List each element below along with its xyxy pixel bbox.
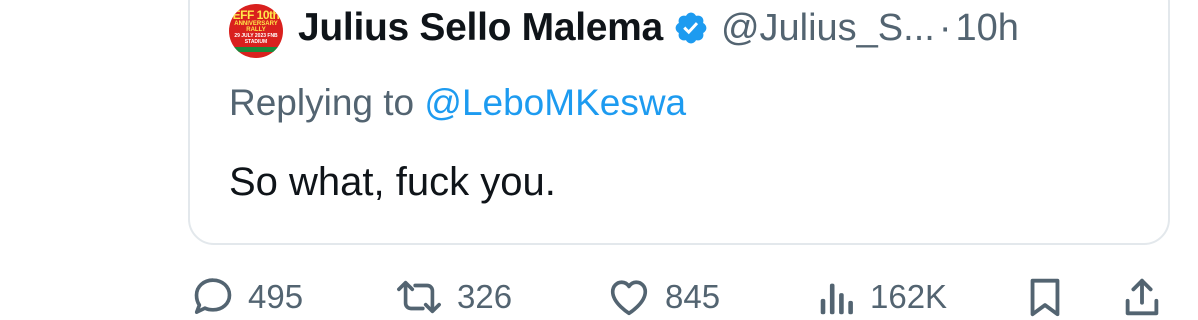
retweet-button[interactable]: 326 — [393, 274, 512, 320]
tweet-header: Julius Sello Malema @Julius_S... · 10h — [298, 5, 1019, 51]
views-icon — [820, 283, 853, 315]
heart-icon — [610, 280, 648, 316]
views-button[interactable]: 162K — [816, 274, 947, 320]
avatar-line-2: ANNIVERSARY RALLY — [234, 21, 278, 33]
retweet-count: 326 — [457, 278, 513, 315]
tweet-text: So what, fuck you. — [229, 160, 556, 204]
share-button[interactable] — [1120, 274, 1164, 320]
display-name[interactable]: Julius Sello Malema — [298, 6, 663, 50]
retweet-icon — [397, 280, 441, 314]
like-count: 845 — [665, 278, 721, 315]
replying-to-handle[interactable]: @LeboMKeswa — [424, 82, 686, 123]
timestamp[interactable]: 10h — [955, 7, 1018, 50]
avatar-line-1: EFF 10th — [232, 8, 280, 22]
bookmark-icon — [1030, 278, 1060, 317]
replying-to-label: Replying to — [229, 82, 425, 123]
avatar-line-3: 29 JULY 2023 FNB STADIUM — [234, 33, 278, 45]
share-icon — [1125, 278, 1159, 316]
like-button[interactable]: 845 — [605, 274, 720, 320]
reply-button[interactable]: 495 — [190, 274, 303, 320]
reply-count: 495 — [248, 278, 304, 315]
verified-badge-icon — [675, 12, 707, 44]
replying-to: Replying to @LeboMKeswa — [229, 82, 686, 124]
avatar[interactable]: EFF 10th ANNIVERSARY RALLY 29 JULY 2023 … — [229, 4, 283, 58]
user-handle[interactable]: @Julius_S... — [721, 7, 935, 50]
separator-dot: · — [938, 6, 952, 49]
views-count: 162K — [870, 278, 948, 315]
comment-icon — [194, 278, 232, 314]
bookmark-button[interactable] — [1024, 274, 1066, 320]
